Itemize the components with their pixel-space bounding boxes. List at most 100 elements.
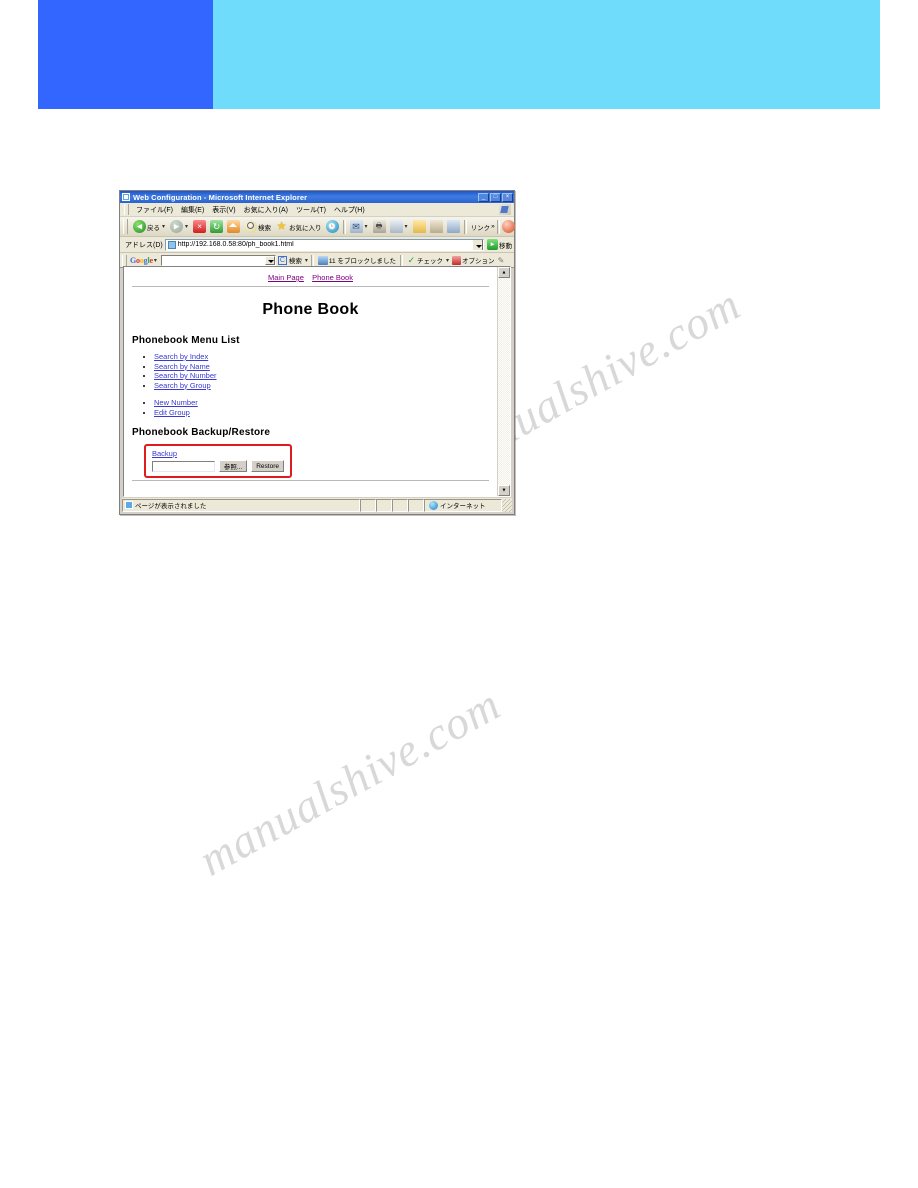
browse-button[interactable]: 参照...: [218, 460, 248, 472]
restore-file-input[interactable]: [152, 460, 215, 472]
forward-dropdown-icon[interactable]: ▾: [184, 223, 189, 230]
refresh-button[interactable]: [208, 220, 225, 233]
restore-button[interactable]: Restore: [251, 460, 284, 472]
status-message: ページが表示されました: [135, 503, 207, 510]
edit-button[interactable]: ▾: [388, 220, 411, 233]
ie-window-icon: [122, 193, 130, 201]
address-input[interactable]: http://192.168.0.58:80/ph_book1.html: [164, 238, 484, 251]
folder-button[interactable]: [411, 220, 428, 233]
list-item: New Number: [154, 398, 489, 408]
link-backup[interactable]: Backup: [152, 449, 284, 458]
google-spellcheck-button[interactable]: ✓ チェック: [405, 255, 445, 265]
menu-item-favorites[interactable]: お気に入り(A): [240, 205, 292, 215]
watermark-text-2: manualshive.com: [190, 678, 509, 886]
menu-item-file[interactable]: ファイル(F): [132, 205, 177, 215]
google-separator-2: [399, 254, 403, 266]
scroll-down-button[interactable]: ▼: [498, 485, 510, 496]
msn-logo-icon[interactable]: [501, 220, 515, 233]
google-popup-blocker-button[interactable]: 11 をブロックしました: [316, 255, 398, 265]
vertical-scrollbar[interactable]: ▲ ▼: [497, 267, 510, 496]
google-logo-dropdown-icon[interactable]: ▾: [153, 257, 158, 264]
scrollbar-track[interactable]: [498, 278, 510, 485]
home-button[interactable]: [225, 220, 242, 233]
windows-flag-icon: [499, 204, 511, 215]
chevron-down-icon: ▼: [501, 487, 507, 493]
google-search-label: 検索: [288, 258, 302, 265]
print-button[interactable]: [371, 220, 388, 233]
toolbar-separator-1: [342, 219, 346, 234]
back-button[interactable]: ◀ 戻る ▾: [131, 220, 168, 233]
restore-file-row: 参照... Restore: [152, 460, 284, 472]
nav-link-main-page[interactable]: Main Page: [268, 273, 304, 282]
banner-left-block: [38, 0, 213, 109]
go-arrow-icon: [487, 239, 498, 250]
google-search-dropdown-icon[interactable]: [264, 255, 275, 265]
page-header-banner: [38, 0, 880, 109]
messenger-button[interactable]: [428, 220, 445, 233]
web-page: Main Page Phone Book Phone Book Phoneboo…: [124, 267, 497, 496]
scroll-up-button[interactable]: ▲: [498, 267, 510, 278]
forward-button[interactable]: ▶ ▾: [168, 220, 191, 233]
menu-item-edit[interactable]: 編集(E): [177, 205, 208, 215]
link-search-by-name[interactable]: Search by Name: [154, 362, 210, 371]
link-edit-group[interactable]: Edit Group: [154, 408, 190, 417]
link-search-by-number[interactable]: Search by Number: [154, 371, 217, 380]
maximize-button[interactable]: □: [490, 192, 501, 202]
status-cell-1: [360, 498, 376, 512]
back-button-label: 戻る: [147, 224, 160, 232]
highlighter-icon[interactable]: ✎: [496, 256, 505, 265]
menu-item-help[interactable]: ヘルプ(H): [330, 205, 369, 215]
close-button[interactable]: ×: [502, 192, 513, 202]
link-search-by-index[interactable]: Search by Index: [154, 352, 208, 361]
people-button[interactable]: [445, 220, 462, 233]
title-bar: Web Configuration - Microsoft Internet E…: [120, 191, 514, 203]
stop-button[interactable]: [191, 220, 208, 233]
folder-icon: [412, 220, 426, 233]
back-arrow-icon: ◀: [133, 220, 146, 233]
links-overflow-icon[interactable]: »: [491, 223, 495, 230]
backup-restore-heading: Phonebook Backup/Restore: [132, 427, 271, 438]
refresh-icon: [210, 220, 224, 233]
google-options-button[interactable]: オプション: [450, 255, 497, 265]
content-area: Main Page Phone Book Phone Book Phoneboo…: [123, 266, 511, 497]
address-dropdown-button[interactable]: [472, 239, 483, 250]
window-controls: _ □ ×: [478, 192, 513, 202]
mail-dropdown-icon[interactable]: ▾: [364, 223, 369, 230]
mail-button[interactable]: ▾: [348, 220, 371, 233]
search-button-label: 検索: [258, 224, 272, 232]
google-toolbar-grip[interactable]: [122, 254, 127, 266]
search-button[interactable]: 検索: [242, 220, 273, 233]
toolbar-grip[interactable]: [123, 219, 128, 234]
nav-link-phone-book[interactable]: Phone Book: [312, 273, 353, 282]
minimize-button[interactable]: _: [478, 192, 489, 202]
history-button[interactable]: [324, 220, 341, 233]
home-icon: [227, 220, 241, 233]
favorites-button[interactable]: お気に入り: [273, 220, 324, 233]
list-item: Search by Index: [154, 352, 489, 362]
google-search-input[interactable]: [160, 254, 276, 266]
minimize-icon: _: [481, 194, 486, 200]
go-button[interactable]: 移動: [484, 239, 512, 250]
globe-icon: [429, 500, 438, 510]
messenger-icon: [429, 220, 443, 233]
window-title: Web Configuration - Microsoft Internet E…: [133, 192, 308, 202]
links-bar[interactable]: リンク »: [469, 222, 495, 232]
google-search-caret-icon[interactable]: ▾: [304, 257, 309, 264]
nav-divider: [132, 286, 489, 287]
resize-grip[interactable]: [502, 498, 512, 512]
list-item: Search by Group: [154, 381, 489, 391]
links-label: リンク: [470, 224, 491, 232]
google-search-button[interactable]: 検索: [287, 255, 304, 265]
google-separator-1: [310, 254, 314, 266]
edit-dropdown-icon[interactable]: ▾: [404, 223, 409, 230]
security-zone-panel[interactable]: インターネット: [424, 498, 502, 512]
link-search-by-group[interactable]: Search by Group: [154, 381, 211, 390]
menu-item-tools[interactable]: ツール(T): [292, 205, 330, 215]
address-url-text: http://192.168.0.58:80/ph_book1.html: [177, 241, 294, 248]
edit-page-icon: [389, 220, 403, 233]
menu-item-view[interactable]: 表示(V): [208, 205, 239, 215]
link-new-number[interactable]: New Number: [154, 398, 198, 407]
page-title: Phone Book: [262, 301, 359, 318]
go-button-label: 移動: [499, 242, 512, 250]
back-dropdown-icon[interactable]: ▾: [161, 223, 166, 230]
